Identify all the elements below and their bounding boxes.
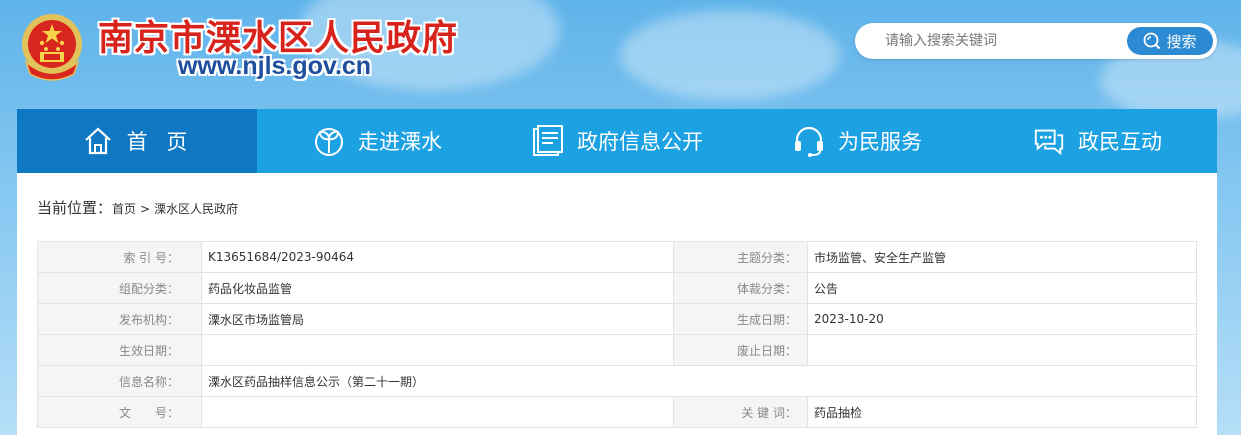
table-row: 组配分类： 药品化妆品监管 体裁分类： 公告: [37, 272, 1197, 304]
nav-item-about[interactable]: 走进溧水: [257, 109, 497, 173]
search-input[interactable]: [885, 31, 1125, 51]
search-button-label: 搜索: [1166, 32, 1197, 51]
genre-value: 公告: [807, 272, 1197, 304]
nav-item-label: 为民服务: [838, 130, 922, 154]
main-content: 当前位置： 首页 > 溧水区人民政府 索 引 号： K13651684/2023…: [17, 173, 1217, 435]
national-emblem-icon: [22, 14, 82, 81]
breadcrumb-item-district-gov[interactable]: 溧水区人民政府: [154, 200, 238, 217]
doc-number-value: [201, 396, 674, 428]
created-date-label: 生成日期：: [673, 303, 808, 335]
abolish-date-value: [807, 334, 1197, 366]
abolish-date-label: 废止日期：: [673, 334, 808, 366]
nav-item-gov-info[interactable]: 政府信息公开: [497, 109, 737, 173]
genre-label: 体裁分类：: [673, 272, 808, 304]
nav-item-label: 政民互动: [1078, 130, 1162, 154]
table-row: 生效日期： 废止日期：: [37, 334, 1197, 366]
info-meta-table: 索 引 号： K13651684/2023-90464 主题分类： 市场监管、安…: [37, 241, 1197, 428]
nav-item-label: 走进溧水: [358, 130, 442, 154]
main-nav: 首 页 走进溧水 政府信息公开 为民服务 政民互动: [17, 109, 1217, 173]
nav-item-label: 首 页: [126, 130, 194, 154]
headset-icon: [792, 124, 826, 158]
topic-value: 市场监管、安全生产监管: [807, 241, 1197, 273]
breadcrumb-separator: >: [140, 202, 151, 216]
nav-item-services[interactable]: 为民服务: [737, 109, 977, 173]
effective-date-value: [201, 334, 674, 366]
index-value: K13651684/2023-90464: [201, 241, 674, 273]
nav-item-home[interactable]: 首 页: [17, 109, 257, 173]
breadcrumb-label: 当前位置：: [37, 199, 113, 217]
site-url: www.njls.gov.cn: [178, 52, 372, 80]
effective-date-label: 生效日期：: [37, 334, 202, 366]
home-icon: [81, 124, 115, 158]
org-category-label: 组配分类：: [37, 272, 202, 304]
topic-label: 主题分类：: [673, 241, 808, 273]
doc-number-label: 文 号：: [37, 396, 202, 428]
publisher-label: 发布机构：: [37, 303, 202, 335]
publisher-value: 溧水区市场监管局: [201, 303, 674, 335]
chat-icon: [1032, 124, 1066, 158]
search-icon: [1144, 32, 1161, 50]
index-label: 索 引 号：: [37, 241, 202, 273]
nav-item-label: 政府信息公开: [577, 130, 703, 154]
leaf-icon: [312, 124, 346, 158]
site-header: 南京市溧水区人民政府 www.njls.gov.cn 搜索: [0, 0, 1241, 108]
table-row: 发布机构： 溧水区市场监管局 生成日期： 2023-10-20: [37, 303, 1197, 335]
info-name-value: 溧水区药品抽样信息公示（第二十一期）: [201, 365, 1197, 397]
breadcrumb-item-home[interactable]: 首页: [112, 200, 136, 217]
table-row: 索 引 号： K13651684/2023-90464 主题分类： 市场监管、安…: [37, 241, 1197, 273]
table-row: 信息名称： 溧水区药品抽样信息公示（第二十一期）: [37, 365, 1197, 397]
keywords-value: 药品抽检: [807, 396, 1197, 428]
search-box: 搜索: [855, 23, 1217, 59]
breadcrumb: 当前位置： 首页 > 溧水区人民政府: [37, 197, 238, 218]
search-button[interactable]: 搜索: [1127, 27, 1213, 55]
info-name-label: 信息名称：: [37, 365, 202, 397]
org-category-value: 药品化妆品监管: [201, 272, 674, 304]
keywords-label: 关 键 词：: [673, 396, 808, 428]
document-icon: [531, 124, 565, 158]
created-date-value: 2023-10-20: [807, 303, 1197, 335]
nav-item-interaction[interactable]: 政民互动: [977, 109, 1217, 173]
table-row: 文 号： 关 键 词： 药品抽检: [37, 396, 1197, 428]
